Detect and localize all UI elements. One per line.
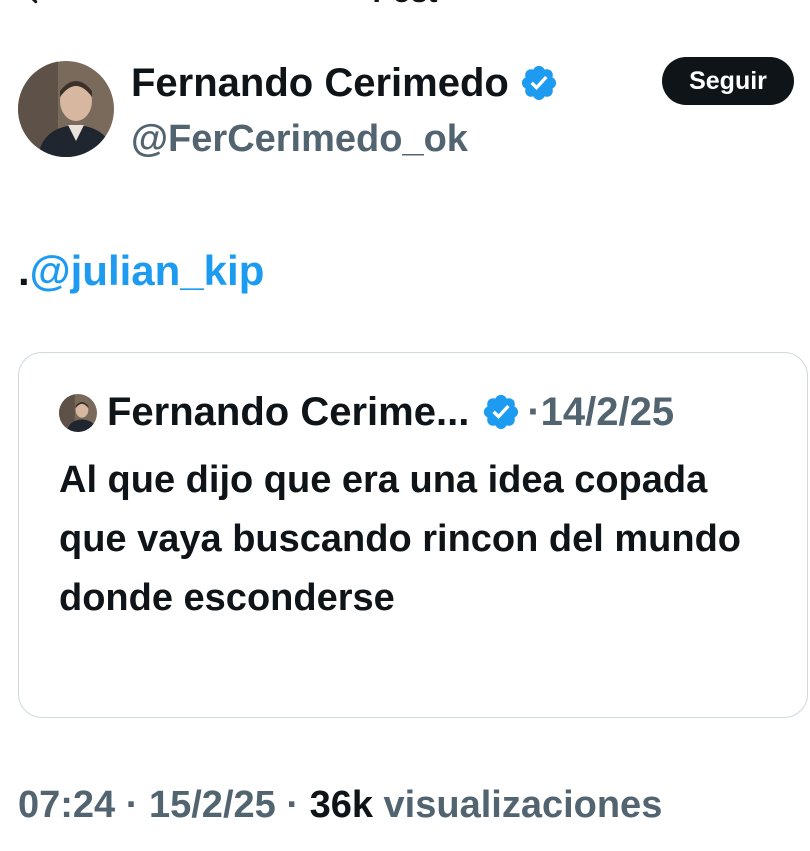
tweet-text: .@julian_kip [18, 243, 264, 299]
author-avatar[interactable] [18, 61, 114, 157]
views-count: 36k [309, 784, 373, 826]
views-label: visualizaciones [372, 784, 663, 826]
quote-author-name: Fernando Cerime... [107, 390, 470, 434]
quote-text: Al que dijo que era una idea copada que … [59, 459, 741, 619]
author-handle[interactable]: @FerCerimedo_ok [131, 114, 468, 164]
meta-separator: · [115, 784, 149, 826]
author-name[interactable]: Fernando Cerimedo [131, 58, 509, 108]
quote-header: Fernando Cerime... ·14/2/25 [107, 387, 674, 437]
quote-separator: · [527, 390, 541, 434]
tweet-prefix: . [18, 247, 30, 294]
verified-badge-icon [484, 394, 519, 430]
author-name-row[interactable]: Fernando Cerimedo [131, 58, 559, 108]
top-bar: Post [0, 0, 810, 14]
follow-button[interactable]: Seguir [662, 57, 794, 105]
page-title: Post [0, 0, 810, 8]
quote-date: ·14/2/25 [527, 387, 674, 437]
quote-author-avatar [59, 394, 97, 432]
quoted-post[interactable]: Fernando Cerime... ·14/2/25 Al que dijo … [18, 352, 808, 718]
meta-separator: · [275, 784, 310, 826]
verified-badge-icon [521, 65, 556, 101]
post-date: 15/2/25 [148, 784, 276, 826]
post-meta: 07:24 · 15/2/25 · 36k visualizaciones [18, 780, 662, 830]
quote-date-value: 14/2/25 [540, 390, 675, 434]
mention-link[interactable]: @julian_kip [30, 247, 265, 294]
post-time: 07:24 [18, 784, 116, 826]
